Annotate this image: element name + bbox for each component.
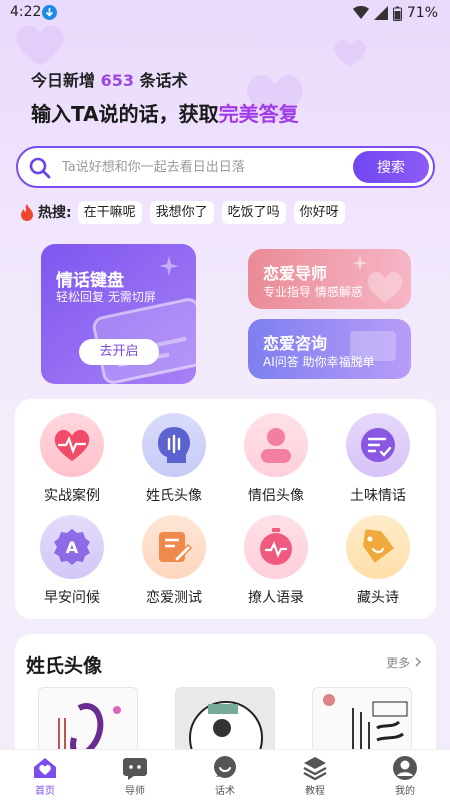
bottom-navigation: 首页 导师 话术 教程 我的: [0, 749, 450, 800]
grid-label: 实战案例: [44, 488, 100, 504]
hero-count: 653: [100, 71, 134, 90]
nav-item-profile[interactable]: 我的: [360, 750, 450, 800]
consult-card-subtitle: AI问答 助你幸福脱单: [263, 355, 375, 369]
hot-tag[interactable]: 吃饭了吗: [221, 200, 286, 224]
heart-pulse-icon: [40, 413, 104, 477]
status-bar: 4:22 71%: [0, 0, 450, 26]
grid-item-love-test[interactable]: 恋爱测试: [129, 515, 219, 610]
hot-search-row: 热搜: 在干嘛呢 我想你了 吃饭了吗 你好呀: [20, 200, 353, 224]
fire-icon: [21, 203, 33, 221]
grid-item-couple-avatar[interactable]: 情侣头像: [231, 413, 321, 508]
hot-tag[interactable]: 在干嘛呢: [77, 200, 142, 224]
tag-smile-icon: [346, 515, 410, 579]
svg-text:A: A: [66, 538, 79, 557]
hot-search-label: 热搜:: [38, 205, 72, 221]
feature-grid: 实战案例 姓氏头像 情侣头像 土味情话 A 早安问候 恋爱测试 撩人语录 藏头诗: [15, 399, 436, 619]
head-voice-icon: [142, 413, 206, 477]
home-heart-icon: [34, 758, 56, 778]
enable-keyboard-button[interactable]: 去开启: [79, 339, 159, 365]
grid-label: 情侣头像: [248, 488, 304, 504]
nav-item-scripts[interactable]: 话术: [180, 750, 270, 800]
search-icon: [28, 156, 52, 180]
hero-slogan: 输入TA说的话，获取完美答复: [31, 98, 299, 127]
keyboard-card-subtitle: 轻松回复 无需切屏: [56, 290, 156, 304]
heart-book-icon: [367, 271, 403, 303]
heart-decoration-icon: [334, 39, 366, 67]
consult-card-title: 恋爱咨询: [263, 334, 328, 353]
grid-label: 撩人语录: [248, 590, 304, 606]
love-keyboard-card[interactable]: 情话键盘 轻松回复 无需切屏 去开启: [41, 244, 196, 384]
layers-icon: [303, 757, 327, 781]
letter-a-badge-icon: A: [40, 515, 104, 579]
chevron-right-icon: [415, 657, 421, 667]
grid-item-morning-greeting[interactable]: A 早安问候: [27, 515, 117, 610]
slogan-highlight: 完美答复: [218, 102, 299, 126]
nav-item-mentor[interactable]: 导师: [90, 750, 180, 800]
hero-suffix: 条话术: [139, 71, 188, 90]
nav-item-home[interactable]: 首页: [0, 750, 90, 800]
section-title: 姓氏头像: [26, 655, 103, 677]
hot-tag[interactable]: 我想你了: [149, 200, 214, 224]
nav-label: 话术: [215, 786, 235, 797]
search-input[interactable]: [62, 154, 352, 180]
nav-label: 导师: [125, 786, 145, 797]
slogan-prefix: 输入TA说的话，获取: [31, 102, 219, 126]
wifi-icon: [352, 6, 369, 19]
nav-label: 教程: [305, 786, 325, 797]
grid-item-flirty-quotes[interactable]: 撩人语录: [231, 515, 321, 610]
signal-icon: [373, 6, 388, 20]
grid-label: 藏头诗: [357, 590, 399, 606]
grid-item-cases[interactable]: 实战案例: [27, 413, 117, 508]
mentor-card-title: 恋爱导师: [263, 264, 328, 283]
grid-item-surname-avatar[interactable]: 姓氏头像: [129, 413, 219, 508]
grid-label: 姓氏头像: [146, 488, 202, 504]
nav-label: 我的: [395, 786, 415, 797]
search-button[interactable]: 搜索: [353, 151, 429, 183]
battery-percent: 71%: [406, 5, 438, 21]
mentor-card-subtitle: 专业指导 情感解惑: [263, 285, 363, 299]
heart-decoration-icon: [16, 25, 64, 66]
sparkle-icon: [159, 256, 179, 276]
chat-check-icon: [346, 413, 410, 477]
chat-bubble-icon: [123, 758, 147, 780]
profile-icon: [393, 756, 417, 780]
grid-label: 土味情话: [350, 488, 406, 504]
grid-label: 早安问候: [44, 590, 100, 606]
daily-new-count: 今日新增 653 条话术: [31, 67, 188, 91]
status-time: 4:22: [10, 4, 42, 20]
edit-note-icon: [142, 515, 206, 579]
nav-label: 首页: [35, 786, 55, 797]
download-icon: [42, 5, 57, 20]
hot-tag[interactable]: 你好呀: [293, 200, 345, 224]
speech-icon: [214, 756, 236, 778]
hero-prefix: 今日新增: [31, 71, 96, 90]
heart-timer-icon: [244, 515, 308, 579]
grid-label: 恋爱测试: [146, 590, 202, 606]
more-label: 更多: [386, 656, 411, 670]
search-bar[interactable]: 搜索: [16, 146, 435, 188]
love-mentor-card[interactable]: 恋爱导师 专业指导 情感解惑: [248, 249, 411, 309]
grid-item-acrostic-poem[interactable]: 藏头诗: [333, 515, 423, 610]
love-consult-card[interactable]: 恋爱咨询 AI问答 助你幸福脱单: [248, 319, 411, 379]
battery-icon: [392, 6, 402, 21]
more-link[interactable]: 更多: [386, 654, 422, 671]
person-icon: [244, 413, 308, 477]
nav-item-tutorial[interactable]: 教程: [270, 750, 360, 800]
grid-item-cheesy-lines[interactable]: 土味情话: [333, 413, 423, 508]
